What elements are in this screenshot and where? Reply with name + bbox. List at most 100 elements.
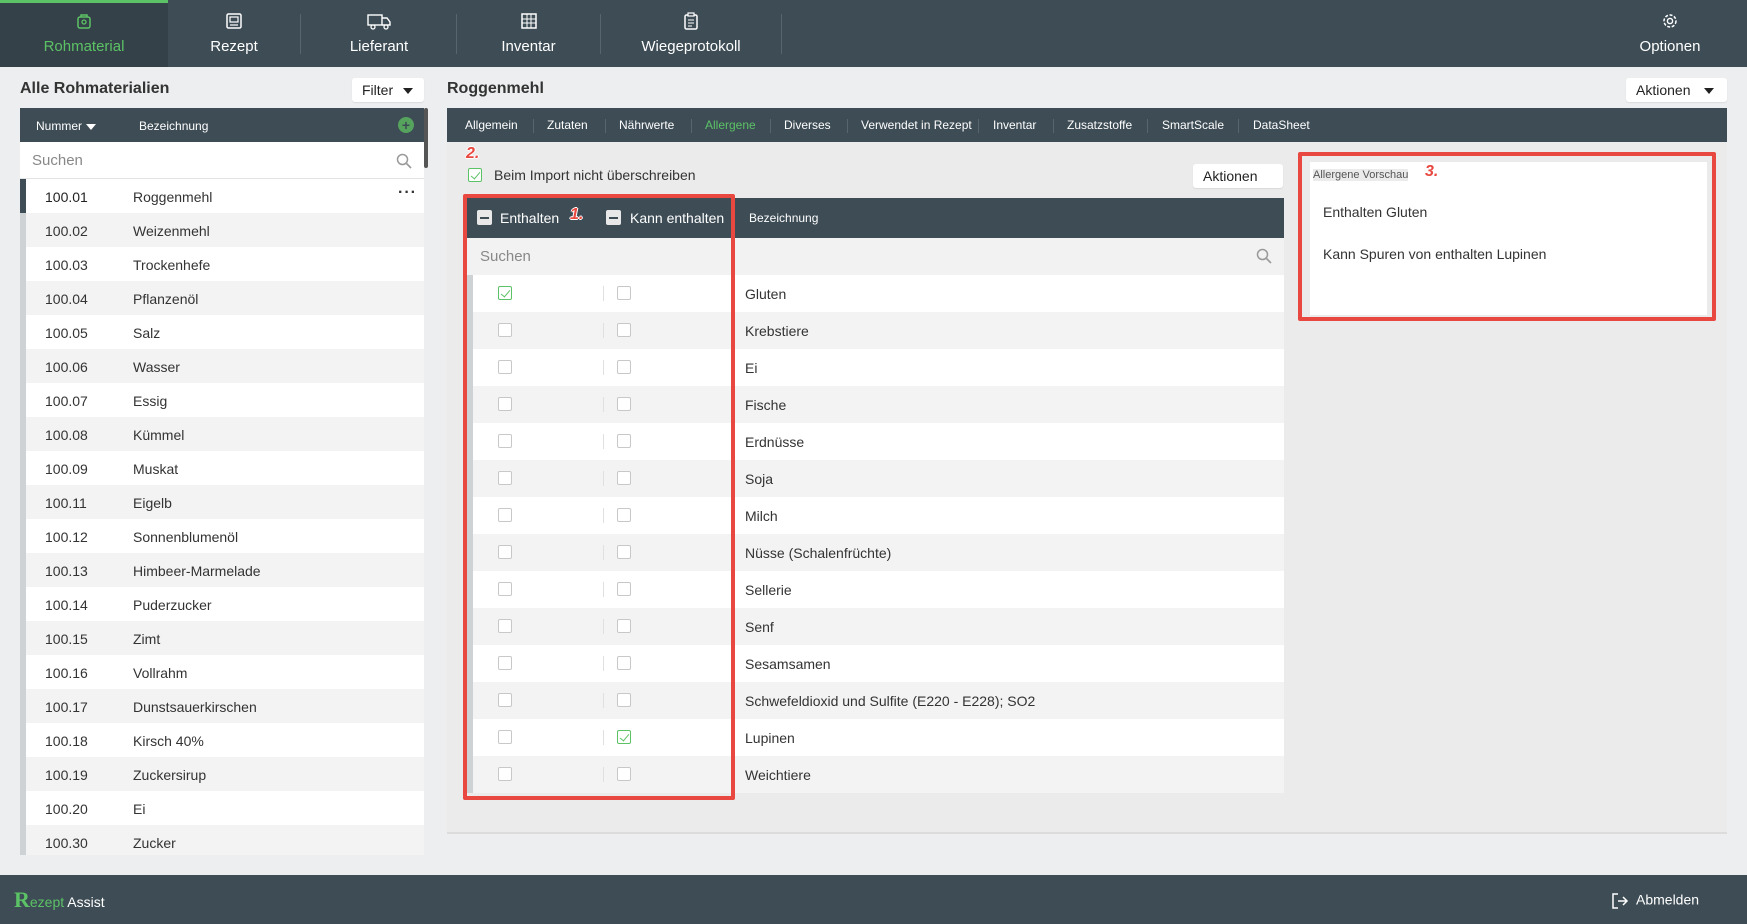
nav-divider (781, 14, 782, 54)
material-title: Roggenmehl (447, 80, 544, 97)
tab-divider (533, 119, 534, 133)
list-item[interactable]: 100.04 Pflanzenöl (20, 281, 424, 315)
list-item[interactable]: 100.30 Zucker (20, 825, 424, 855)
actions-dropdown[interactable]: Aktionen (1626, 78, 1727, 102)
item-number: 100.09 (45, 461, 88, 477)
list-item[interactable]: 100.20 Ei (20, 791, 424, 825)
list-item[interactable]: 100.05 Salz (20, 315, 424, 349)
logo-assist: Assist (67, 894, 105, 910)
tab-inventar[interactable]: Inventar (993, 118, 1036, 132)
item-name: Zucker (133, 835, 176, 851)
allergen-name: Nüsse (Schalenfrüchte) (745, 545, 892, 561)
top-navigation: Rohmaterial Rezept Lieferant Inventar Wi… (0, 0, 1747, 67)
tab-divider (691, 119, 692, 133)
item-name: Trockenhefe (133, 257, 211, 273)
list-item[interactable]: 100.11 Eigelb (20, 485, 424, 519)
column-name[interactable]: Bezeichnung (139, 119, 208, 133)
clipboard-icon (684, 12, 698, 30)
list-item[interactable]: 100.09 Muskat (20, 451, 424, 485)
filter-dropdown[interactable]: Filter (352, 78, 424, 102)
raw-material-icon (77, 14, 91, 29)
allergen-name: Senf (745, 619, 774, 635)
tab-divider (605, 119, 606, 133)
item-number: 100.20 (45, 801, 88, 817)
list-item[interactable]: 100.16 Vollrahm (20, 655, 424, 689)
list-item[interactable]: 100.12 Sonnenblumenöl (20, 519, 424, 553)
nav-rohmaterial[interactable]: Rohmaterial (0, 0, 168, 67)
item-number: 100.03 (45, 257, 88, 273)
list-item[interactable]: 100.18 Kirsch 40% (20, 723, 424, 757)
item-name: Ei (133, 801, 146, 817)
item-name: Kümmel (133, 427, 185, 443)
item-number: 100.08 (45, 427, 88, 443)
tab-smartscale[interactable]: SmartScale (1162, 118, 1224, 132)
nav-optionen[interactable]: Optionen (1620, 0, 1720, 67)
tab-diverses[interactable]: Diverses (784, 118, 831, 132)
item-number: 100.06 (45, 359, 88, 375)
item-number: 100.14 (45, 597, 88, 613)
list-item[interactable]: 100.03 Trockenhefe (20, 247, 424, 281)
tab-datasheet[interactable]: DataSheet (1253, 118, 1310, 132)
annotation-number-1: 1. (570, 206, 584, 223)
list-item[interactable]: 100.06 Wasser (20, 349, 424, 383)
tab-divider (770, 119, 771, 133)
tab-zutaten[interactable]: Zutaten (547, 118, 588, 132)
list-item[interactable]: 100.02 Weizenmehl (20, 213, 424, 247)
inner-actions-dropdown[interactable]: Aktionen (1193, 164, 1283, 205)
truck-icon (367, 14, 391, 30)
search-icon (1256, 248, 1272, 264)
allergen-name: Soja (745, 471, 774, 487)
raw-materials-search[interactable]: Suchen (20, 142, 424, 179)
list-item[interactable]: 100.08 Kümmel (20, 417, 424, 451)
gear-icon (1663, 14, 1677, 28)
tab-verwendet-in-rezept[interactable]: Verwendet in Rezept (861, 118, 972, 132)
add-icon[interactable]: + (398, 117, 414, 133)
list-item[interactable]: 100.14 Puderzucker (20, 587, 424, 621)
raw-materials-table-header: Nummer Bezeichnung + (20, 108, 424, 142)
nav-wiegeprotokoll[interactable]: Wiegeprotokoll (601, 0, 781, 67)
list-item[interactable]: 100.13 Himbeer-Marmelade (20, 553, 424, 587)
nav-rezept[interactable]: Rezept (168, 0, 300, 67)
column-number[interactable]: Nummer (36, 119, 97, 133)
tab-divider (1053, 119, 1054, 133)
list-item[interactable]: 100.17 Dunstsauerkirschen (20, 689, 424, 723)
list-item[interactable]: 100.15 Zimt (20, 621, 424, 655)
item-number: 100.11 (45, 495, 87, 511)
allergen-name: Milch (745, 508, 778, 524)
import-checkbox[interactable] (468, 168, 482, 182)
allergen-name: Lupinen (745, 730, 795, 746)
column-number-label: Nummer (36, 119, 83, 133)
actions-label: Aktionen (1636, 82, 1691, 98)
tab-divider (978, 119, 979, 133)
tab-allgemein[interactable]: Allgemein (465, 118, 518, 132)
nav-label: Inventar (501, 38, 556, 55)
item-number: 100.04 (45, 291, 88, 307)
list-item[interactable]: 100.07 Essig (20, 383, 424, 417)
allergen-name: Fische (745, 397, 787, 413)
logout-button[interactable]: Abmelden (1610, 891, 1699, 911)
allergen-name: Sesamsamen (745, 656, 831, 672)
allergen-name: Schwefeldioxid und Sulfite (E220 - E228)… (745, 693, 1036, 709)
item-name: Pflanzenöl (133, 291, 199, 307)
item-name: Kirsch 40% (133, 733, 204, 749)
item-name: Eigelb (133, 495, 172, 511)
item-name: Wasser (133, 359, 180, 375)
logout-label: Abmelden (1636, 891, 1700, 908)
list-item[interactable]: 100.19 Zuckersirup (20, 757, 424, 791)
list-item[interactable]: 100.01 Roggenmehl ··· (20, 179, 424, 213)
item-number: 100.17 (45, 699, 88, 715)
tab-zusatzstoffe[interactable]: Zusatzstoffe (1067, 118, 1132, 132)
tab-nährwerte[interactable]: Nährwerte (619, 118, 674, 132)
scrollbar[interactable] (424, 108, 428, 168)
more-icon[interactable]: ··· (398, 184, 417, 202)
nav-label: Wiegeprotokoll (641, 38, 741, 55)
annotation-number-2: 2. (466, 145, 480, 162)
logo-ezept: ezept (29, 894, 65, 910)
nav-inventar[interactable]: Inventar (457, 0, 600, 67)
tab-allergene[interactable]: Allergene (705, 118, 756, 132)
column-name[interactable]: Bezeichnung (749, 211, 818, 225)
annotation-number-3: 3. (1425, 163, 1439, 180)
annotation-box-3 (1298, 152, 1716, 321)
nav-lieferant[interactable]: Lieferant (301, 0, 457, 67)
item-name: Vollrahm (133, 665, 188, 681)
